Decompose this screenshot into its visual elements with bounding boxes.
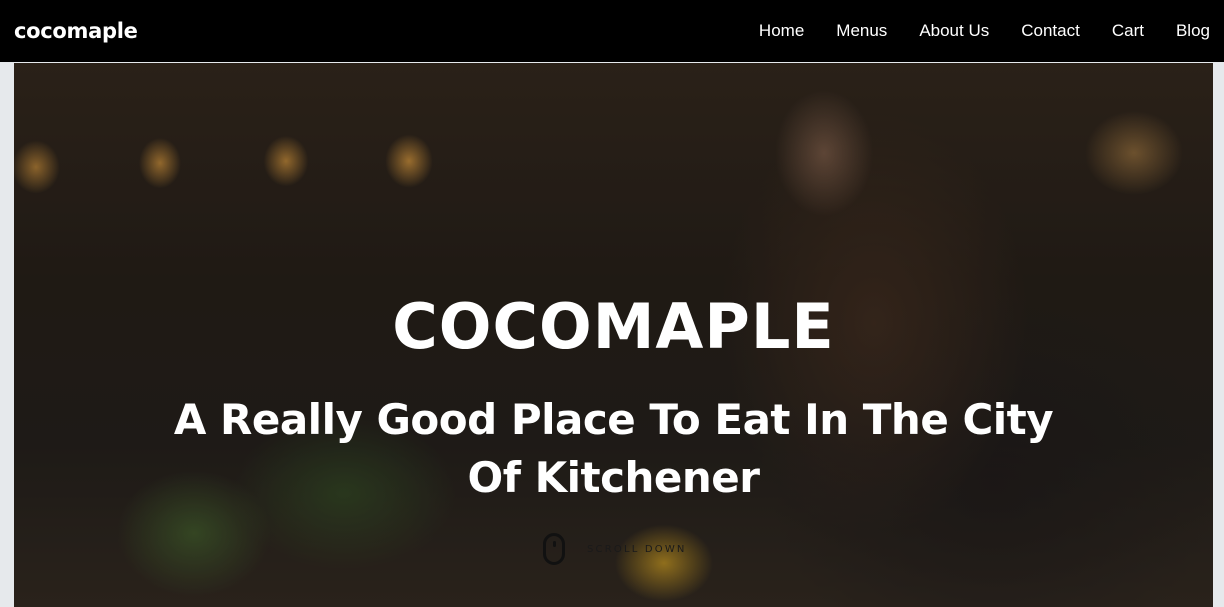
nav-link-blog[interactable]: Blog — [1176, 21, 1210, 40]
scroll-down-link[interactable]: SCROLL DOWN — [543, 533, 687, 565]
nav-menu: Home Menus About Us Contact Cart Blog — [727, 21, 1210, 41]
nav-item-blog: Blog — [1176, 21, 1210, 41]
nav-link-cart[interactable]: Cart — [1112, 21, 1144, 40]
nav-item-menus: Menus — [836, 21, 887, 41]
nav-item-cart: Cart — [1112, 21, 1144, 41]
nav-link-menus[interactable]: Menus — [836, 21, 887, 40]
top-navbar: cocomaple Home Menus About Us Contact Ca… — [0, 0, 1224, 62]
nav-item-about-us: About Us — [919, 21, 989, 41]
scroll-down-label: SCROLL DOWN — [587, 543, 687, 555]
nav-item-home: Home — [759, 21, 804, 41]
nav-link-contact[interactable]: Contact — [1021, 21, 1080, 40]
brand-logo[interactable]: cocomaple — [14, 19, 138, 43]
mouse-icon — [543, 533, 565, 565]
hero-title: COCOMAPLE — [392, 290, 835, 363]
nav-item-contact: Contact — [1021, 21, 1080, 41]
nav-link-home[interactable]: Home — [759, 21, 804, 40]
nav-link-about-us[interactable]: About Us — [919, 21, 989, 40]
hero-subtitle: A Really Good Place To Eat In The City O… — [173, 395, 1054, 502]
hero-section: COCOMAPLE A Really Good Place To Eat In … — [14, 63, 1213, 607]
